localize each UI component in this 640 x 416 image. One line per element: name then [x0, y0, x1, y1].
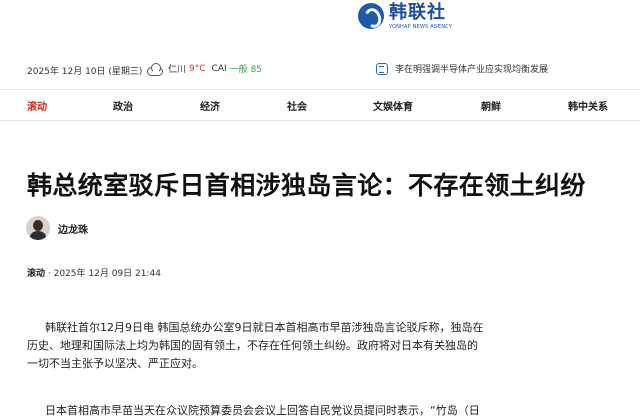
- article-meta: 滚动 · 2025年 12月 09日 21:44: [27, 266, 161, 279]
- cai-label: CAI: [211, 63, 227, 74]
- article-paragraph: 韩联社首尔12月9日电 韩国总统办公室9日就日本首相高市早苗涉独岛言论驳斥称，独…: [27, 319, 565, 373]
- ticker-text[interactable]: 李在明强调半导体产业应实现均衡发展: [395, 62, 548, 75]
- weather-temperature: 9°C: [189, 63, 206, 74]
- article-category[interactable]: 滚动: [27, 269, 45, 279]
- author-avatar: [26, 216, 50, 240]
- nav-item-economy[interactable]: 经济: [200, 98, 220, 113]
- nav-item-politics[interactable]: 政治: [113, 98, 133, 113]
- paragraph-line: 一切不当主张予以坚决、严正应对。: [27, 357, 203, 370]
- article-title: 韩总统室驳斥日首相涉独岛言论：不存在领土纠纷: [27, 171, 586, 200]
- nav-item-korea-china[interactable]: 韩中关系: [568, 98, 608, 113]
- nav-item-scroll[interactable]: 滚动: [27, 98, 47, 113]
- logo-name-cn: 韩联社: [389, 2, 446, 23]
- nav-item-north-korea[interactable]: 朝鲜: [481, 98, 501, 113]
- yonhap-logo[interactable]: 韩联社 YONHAP NEWS AGENCY: [358, 2, 452, 36]
- meta-separator: ·: [45, 269, 54, 279]
- weather-widget[interactable]: 仁川 9°C CAI 一般 85: [146, 62, 262, 76]
- current-date: 2025年 12月 10日 (星期三): [27, 67, 143, 77]
- yonhap-logo-icon: [358, 3, 384, 29]
- info-bar: 2025年 12月 10日 (星期三) 仁川 9°C CAI 一般 85 李在明…: [0, 58, 640, 82]
- author-name[interactable]: 边龙珠: [58, 221, 88, 236]
- logo-name-en: YONHAP NEWS AGENCY: [389, 24, 453, 30]
- nav-item-culture-sports[interactable]: 文娱体育: [373, 98, 413, 113]
- main-nav: 滚动 政治 经济 社会 文娱体育 朝鲜 韩中关系: [0, 89, 640, 121]
- paragraph-line: 韩联社首尔12月9日电 韩国总统办公室9日就日本首相高市早苗涉独岛言论驳斥称，独…: [45, 321, 484, 334]
- weather-location: 仁川: [168, 65, 187, 75]
- author-byline[interactable]: 边龙珠: [26, 216, 88, 240]
- news-icon: [376, 62, 388, 75]
- article-datetime: 2025年 12月 09日 21:44: [53, 269, 161, 279]
- paragraph-line: 日本首相高市早苗当天在众议院预算委员会会议上回答自民党议员提问时表示，“竹岛（日: [45, 404, 480, 416]
- logo-text: 韩联社 YONHAP NEWS AGENCY: [389, 2, 452, 31]
- cloud-icon: [146, 62, 164, 76]
- news-ticker[interactable]: 李在明强调半导体产业应实现均衡发展: [376, 62, 548, 75]
- paragraph-line: 历史、地理和国际法上均为韩国的固有领土，不存在任何领土纠纷。政府将对日本有关独岛…: [27, 339, 478, 352]
- article-paragraph: 日本首相高市早苗当天在众议院预算委员会会议上回答自民党议员提问时表示，“竹岛（日: [45, 402, 565, 416]
- nav-item-society[interactable]: 社会: [287, 98, 307, 113]
- cai-value: 一般 85: [229, 65, 262, 75]
